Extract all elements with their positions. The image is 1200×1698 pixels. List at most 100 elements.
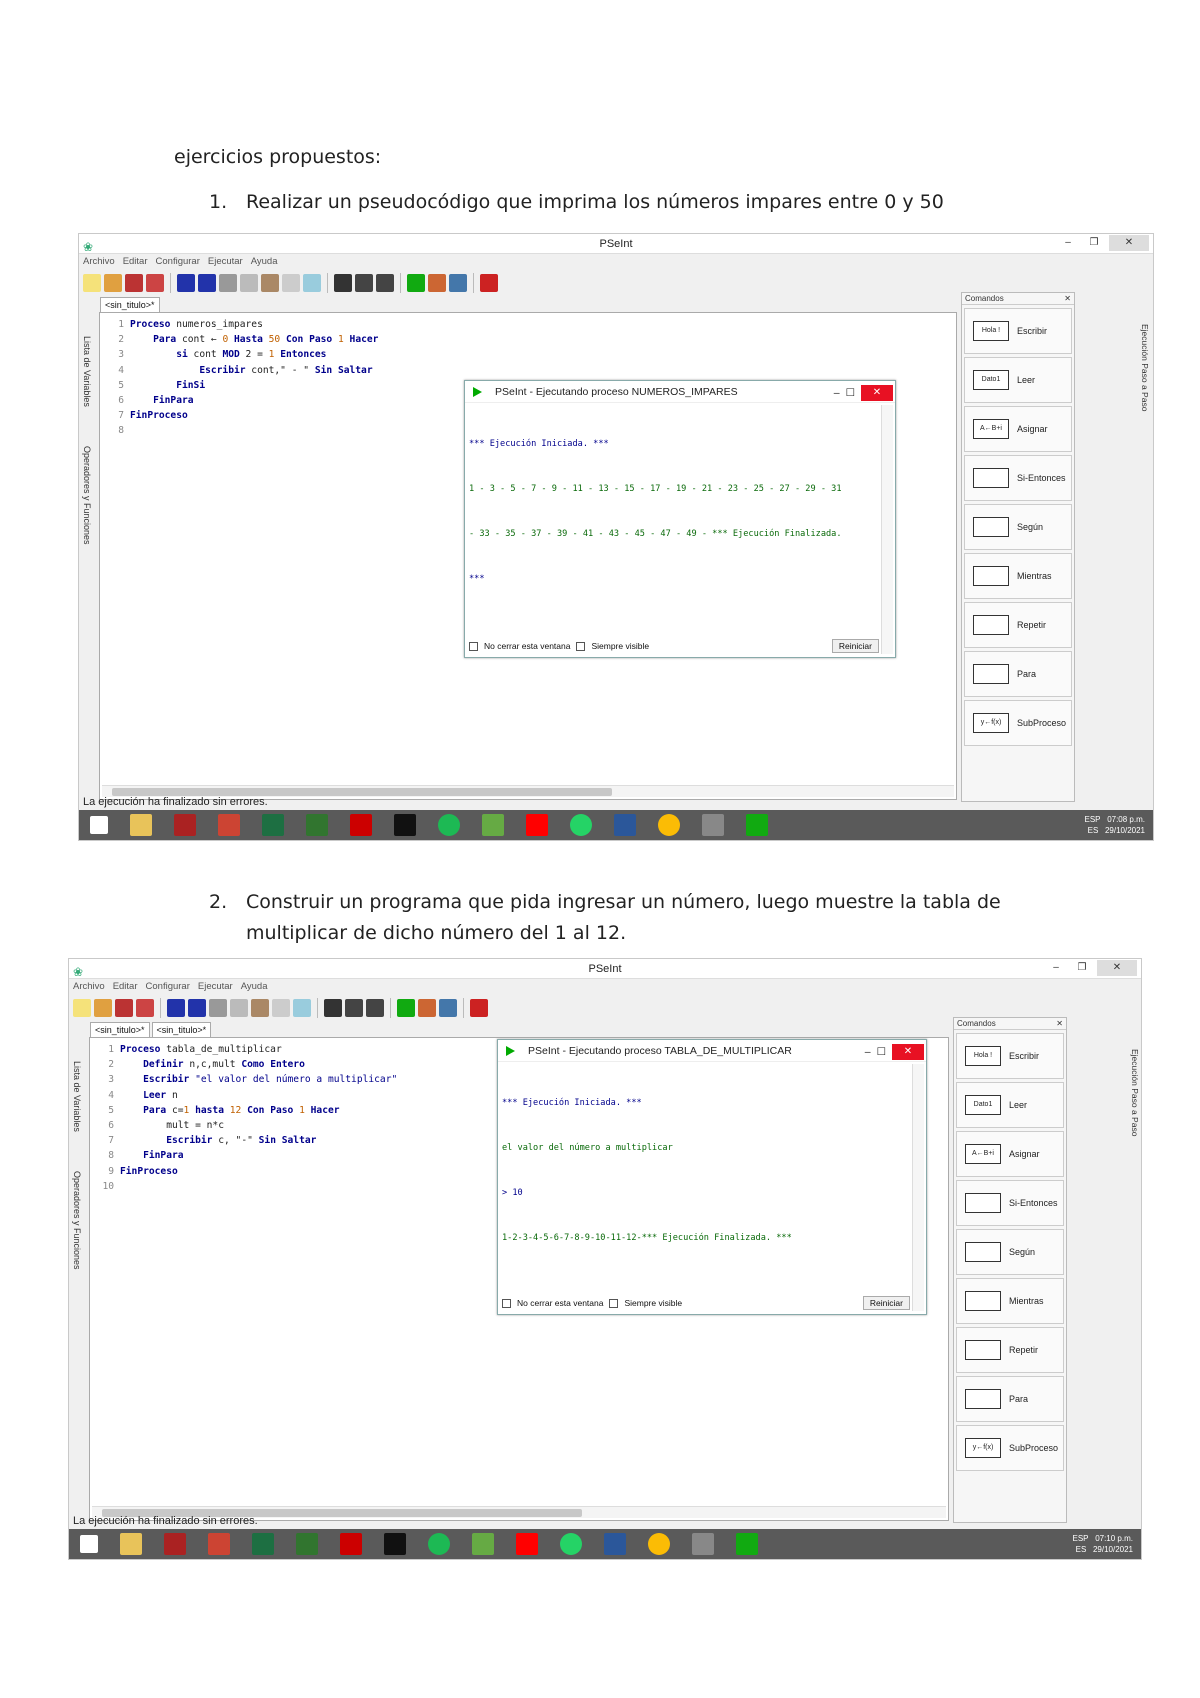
- run-icon[interactable]: [397, 999, 415, 1017]
- search-icon[interactable]: [324, 999, 342, 1017]
- cmd-si-entonces[interactable]: Si-Entonces: [964, 455, 1072, 501]
- restart-button[interactable]: Reiniciar: [831, 639, 879, 653]
- close-button[interactable]: ✕: [1109, 235, 1149, 251]
- cmd-repetir[interactable]: Repetir: [964, 602, 1072, 648]
- find-next-icon[interactable]: [376, 274, 394, 292]
- undo-icon[interactable]: [167, 999, 185, 1017]
- no-close-checkbox[interactable]: [502, 1298, 511, 1308]
- cmd-subproceso[interactable]: y←f(x) SubProceso: [956, 1425, 1064, 1471]
- menu-ejecutar[interactable]: Ejecutar: [208, 254, 243, 270]
- pseint-taskbar-icon[interactable]: [736, 1533, 758, 1555]
- variables-tab[interactable]: Lista de Variables: [72, 1061, 82, 1132]
- chrome-icon[interactable]: [648, 1533, 670, 1555]
- menu-configurar[interactable]: Configurar: [146, 979, 190, 995]
- file-tab[interactable]: <sin_titulo>*: [100, 297, 160, 312]
- save-as-icon[interactable]: [136, 999, 154, 1017]
- run-close-button[interactable]: ✕: [892, 1044, 924, 1060]
- find-next-icon[interactable]: [366, 999, 384, 1017]
- save-as-icon[interactable]: [146, 274, 164, 292]
- indent-icon[interactable]: [282, 274, 300, 292]
- windows-start-icon[interactable]: [80, 1535, 98, 1553]
- cmd-segun[interactable]: Según: [956, 1229, 1064, 1275]
- commands-close-icon[interactable]: ✕: [1064, 293, 1071, 305]
- cmd-subproceso[interactable]: y←f(x) SubProceso: [964, 700, 1072, 746]
- file-explorer-icon[interactable]: [130, 814, 152, 836]
- cut-icon[interactable]: [219, 274, 237, 292]
- close-button[interactable]: ✕: [1097, 960, 1137, 976]
- run-maximize-button[interactable]: ☐: [846, 382, 855, 404]
- youtube-icon[interactable]: [526, 814, 548, 836]
- access-icon[interactable]: [164, 1533, 186, 1555]
- powerpoint-icon[interactable]: [218, 814, 240, 836]
- run-close-button[interactable]: ✕: [861, 385, 893, 401]
- help-icon[interactable]: [480, 274, 498, 292]
- minimize-button[interactable]: –: [1057, 235, 1079, 251]
- find-prev-icon[interactable]: [345, 999, 363, 1017]
- step-by-step-tab[interactable]: Ejecución Paso a Paso: [1140, 324, 1150, 411]
- calculator-icon[interactable]: [702, 814, 724, 836]
- run-minimize-button[interactable]: –: [865, 1041, 871, 1063]
- new-file-icon[interactable]: [83, 274, 101, 292]
- excel-icon[interactable]: [262, 814, 284, 836]
- cut-icon[interactable]: [209, 999, 227, 1017]
- menu-editar[interactable]: Editar: [113, 979, 138, 995]
- acrobat-icon[interactable]: [340, 1533, 362, 1555]
- spotify-icon[interactable]: [438, 814, 460, 836]
- cmd-leer[interactable]: Dato1 Leer: [956, 1082, 1064, 1128]
- pseint-taskbar-icon[interactable]: [746, 814, 768, 836]
- variables-tab[interactable]: Lista de Variables: [82, 336, 92, 407]
- always-visible-checkbox[interactable]: [609, 1298, 619, 1308]
- whatsapp-icon[interactable]: [570, 814, 592, 836]
- operators-tab[interactable]: Operadores y Funciones: [82, 446, 92, 545]
- redo-icon[interactable]: [198, 274, 216, 292]
- project-icon[interactable]: [306, 814, 328, 836]
- paste-icon[interactable]: [251, 999, 269, 1017]
- whatsapp-icon[interactable]: [560, 1533, 582, 1555]
- paste-icon[interactable]: [261, 274, 279, 292]
- minecraft-icon[interactable]: [482, 814, 504, 836]
- run-maximize-button[interactable]: ☐: [877, 1041, 886, 1063]
- save-icon[interactable]: [125, 274, 143, 292]
- calculator-icon[interactable]: [692, 1533, 714, 1555]
- indent-icon[interactable]: [272, 999, 290, 1017]
- step-by-step-tab[interactable]: Ejecución Paso a Paso: [1130, 1049, 1140, 1136]
- menu-ayuda[interactable]: Ayuda: [251, 254, 278, 270]
- new-file-icon[interactable]: [73, 999, 91, 1017]
- word-icon[interactable]: [604, 1533, 626, 1555]
- menu-editar[interactable]: Editar: [123, 254, 148, 270]
- menu-ejecutar[interactable]: Ejecutar: [198, 979, 233, 995]
- menu-archivo[interactable]: Archivo: [83, 254, 115, 270]
- find-prev-icon[interactable]: [355, 274, 373, 292]
- maximize-button[interactable]: ❐: [1083, 235, 1105, 251]
- netflix-icon[interactable]: [384, 1533, 406, 1555]
- minecraft-icon[interactable]: [472, 1533, 494, 1555]
- youtube-icon[interactable]: [516, 1533, 538, 1555]
- file-tab-1[interactable]: <sin_titulo>*: [90, 1022, 150, 1037]
- cmd-si-entonces[interactable]: Si-Entonces: [956, 1180, 1064, 1226]
- acrobat-icon[interactable]: [350, 814, 372, 836]
- cmd-mientras[interactable]: Mientras: [964, 553, 1072, 599]
- windows-start-icon[interactable]: [90, 816, 108, 834]
- redo-icon[interactable]: [188, 999, 206, 1017]
- cmd-mientras[interactable]: Mientras: [956, 1278, 1064, 1324]
- file-tab-2[interactable]: <sin_titulo>*: [151, 1022, 212, 1037]
- run-vertical-scrollbar[interactable]: [912, 1064, 924, 1311]
- no-close-checkbox[interactable]: [469, 641, 478, 651]
- netflix-icon[interactable]: [394, 814, 416, 836]
- minimize-button[interactable]: –: [1045, 960, 1067, 976]
- always-visible-checkbox[interactable]: [576, 641, 586, 651]
- save-icon[interactable]: [115, 999, 133, 1017]
- cmd-para[interactable]: Para: [956, 1376, 1064, 1422]
- step-icon[interactable]: [418, 999, 436, 1017]
- view-icon[interactable]: [293, 999, 311, 1017]
- open-file-icon[interactable]: [94, 999, 112, 1017]
- word-icon[interactable]: [614, 814, 636, 836]
- operators-tab[interactable]: Operadores y Funciones: [72, 1171, 82, 1270]
- cmd-asignar[interactable]: A←B+i Asignar: [964, 406, 1072, 452]
- view-icon[interactable]: [303, 274, 321, 292]
- undo-icon[interactable]: [177, 274, 195, 292]
- menu-configurar[interactable]: Configurar: [156, 254, 200, 270]
- cmd-segun[interactable]: Según: [964, 504, 1072, 550]
- run-minimize-button[interactable]: –: [834, 382, 840, 404]
- cmd-para[interactable]: Para: [964, 651, 1072, 697]
